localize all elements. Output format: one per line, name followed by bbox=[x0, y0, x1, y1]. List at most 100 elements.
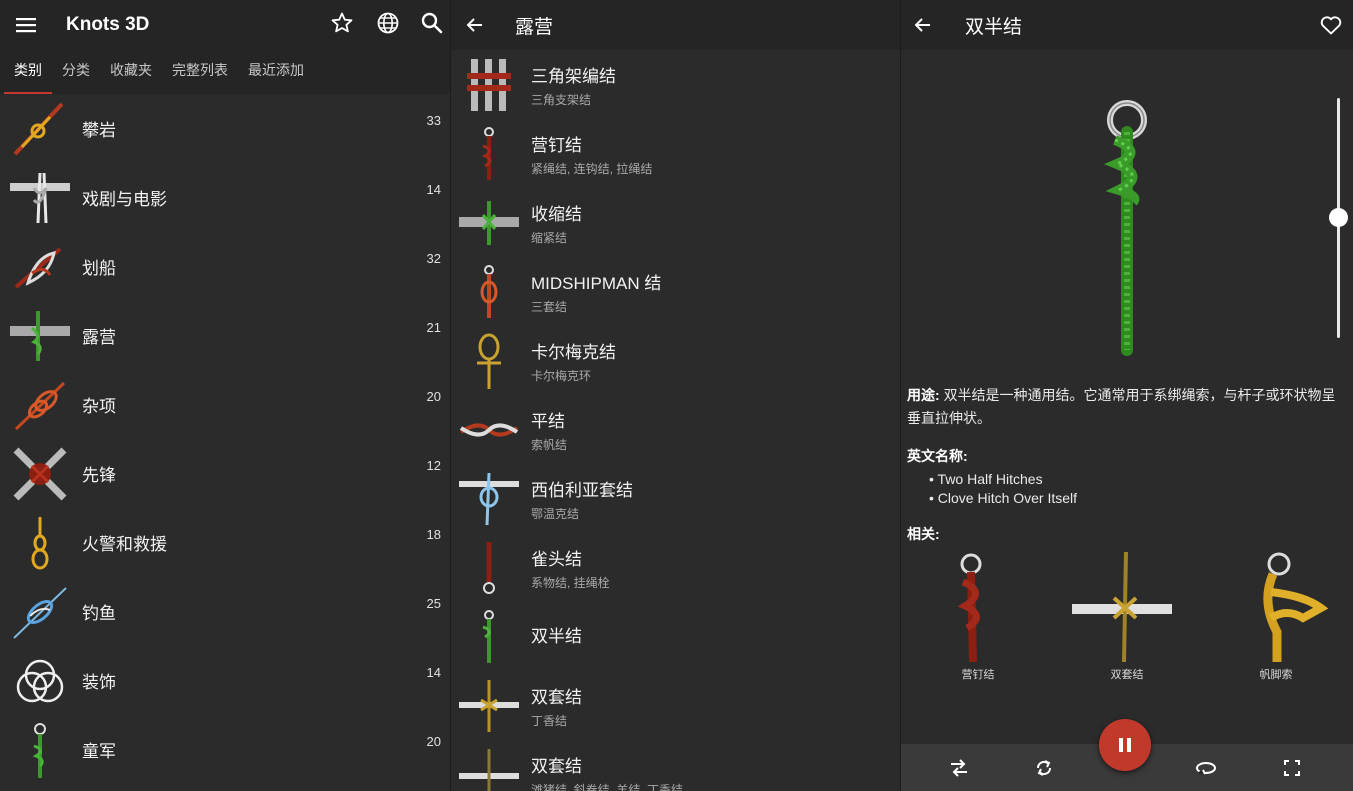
tab-categories[interactable]: 类别 bbox=[4, 60, 52, 94]
knot-aliases: 三角支架结 bbox=[531, 92, 592, 107]
knot-item[interactable]: 双套结 丁香结 bbox=[451, 671, 900, 740]
knot-item[interactable]: 平结 索帆结 bbox=[451, 395, 900, 464]
knot-name: 双套结 bbox=[531, 687, 582, 707]
knot-item[interactable]: 双套结滩猪结, 斜卷结, 羊结, 丁香结 bbox=[451, 740, 900, 791]
category-item-climbing[interactable]: 攀岩 33 bbox=[0, 94, 450, 163]
category-count: 14 bbox=[426, 665, 441, 680]
category-label: 火警和救援 bbox=[82, 535, 167, 554]
category-item-theatre-film[interactable]: 戏剧与电影 14 bbox=[0, 163, 450, 232]
usage-label: 用途: bbox=[907, 387, 940, 403]
knot-title: 双半结 bbox=[965, 16, 1023, 38]
knot-item[interactable]: 收缩结 缩紧结 bbox=[451, 188, 900, 257]
knot-aliases: 卡尔梅克环 bbox=[531, 368, 592, 383]
reef-knot-thumbnail bbox=[459, 423, 519, 436]
repeat-icon[interactable] bbox=[1026, 750, 1062, 786]
knot-3d-viewer[interactable] bbox=[901, 50, 1353, 370]
knot-name: 收缩结 bbox=[531, 204, 582, 224]
app-title: Knots 3D bbox=[66, 14, 150, 35]
tab-recently-added[interactable]: 最近添加 bbox=[238, 60, 314, 94]
knot-item[interactable]: 卡尔梅克结 卡尔梅克环 bbox=[451, 326, 900, 395]
swap-icon[interactable] bbox=[941, 750, 977, 786]
category-count: 14 bbox=[426, 182, 441, 197]
english-name-item: • Two Half Hitches bbox=[929, 471, 1043, 487]
related-knot-item[interactable]: 帆脚索 bbox=[1221, 552, 1331, 682]
tab-favorites[interactable]: 收藏夹 bbox=[100, 60, 162, 94]
category-item-misc[interactable]: 杂项 20 bbox=[0, 370, 450, 439]
knot-aliases: 索帆结 bbox=[531, 437, 568, 452]
knot-aliases: 系物结, 挂绳栓 bbox=[531, 575, 610, 590]
knot-item[interactable]: 三角架编结 三角支架结 bbox=[451, 50, 900, 119]
category-label: 划船 bbox=[82, 259, 116, 278]
related-knot-label: 帆脚索 bbox=[1259, 669, 1293, 681]
category-count: 12 bbox=[426, 458, 441, 473]
globe-icon[interactable] bbox=[368, 3, 408, 43]
knot-list: 三角架编结 三角支架结 营钉结 紧绳结, 连钩结, 拉绳结 收缩结 缩紧结 MIDSH… bbox=[451, 50, 900, 791]
category-item-fishing[interactable]: 钓鱼 25 bbox=[0, 577, 450, 646]
list-app-bar: 露营 bbox=[451, 0, 900, 50]
category-label: 攀岩 bbox=[82, 121, 116, 140]
detail-app-bar: 双半结 bbox=[901, 0, 1353, 50]
two-half-hitches-thumbnail bbox=[482, 609, 494, 663]
clove-hitch-alt-thumbnail bbox=[459, 748, 519, 791]
heart-icon[interactable] bbox=[1311, 5, 1351, 45]
knot-item[interactable]: MIDSHIPMAN 结三套结 bbox=[451, 257, 900, 326]
category-item-boating[interactable]: 划船 32 bbox=[0, 232, 450, 301]
related-heading: 相关: bbox=[907, 526, 940, 542]
knot-item[interactable]: 西伯利亚套结 鄂温克结 bbox=[451, 464, 900, 533]
knot-aliases: 紧绳结, 连钩结, 拉绳结 bbox=[531, 161, 653, 176]
tab-bar: 类别 分类 收藏夹 完整列表 最近添加 bbox=[0, 50, 450, 94]
climbing-knot-thumbnail bbox=[13, 102, 64, 155]
category-item-fire-rescue[interactable]: 火警和救援 18 bbox=[0, 508, 450, 577]
category-label: 露营 bbox=[82, 328, 116, 347]
related-knot-thumbnail bbox=[1263, 552, 1329, 662]
tab-full-list[interactable]: 完整列表 bbox=[162, 60, 238, 94]
related-knot-item[interactable]: 营钉结 bbox=[923, 552, 1033, 682]
categories-pane: Knots 3D 类别 分类 收藏夹 完整列表 最近添加 攀岩 33 戏剧与电影… bbox=[0, 0, 450, 791]
back-arrow-icon[interactable] bbox=[903, 5, 943, 45]
category-label: 装饰 bbox=[82, 673, 116, 692]
zoom-slider-thumb[interactable] bbox=[1329, 208, 1348, 227]
knot-name: 西伯利亚套结 bbox=[531, 480, 633, 500]
knot-aliases: 三套结 bbox=[531, 299, 568, 314]
related-knot-thumbnail bbox=[957, 553, 982, 662]
related-knot-item[interactable]: 双套结 bbox=[1072, 552, 1182, 682]
knot-name: 平结 bbox=[531, 411, 565, 431]
back-arrow-icon[interactable] bbox=[455, 5, 495, 45]
theatre-knot-thumbnail bbox=[10, 172, 70, 223]
usage-description: 用途: 双半结是一种通用结。它通常用于系绑绳索，与杆子或环状物呈垂直拉伸状。 bbox=[901, 384, 1353, 430]
related-knot-label: 营钉结 bbox=[961, 669, 995, 681]
knot-detail-pane: 双半结 用途: 双半结是一种通用结。它通常用于系绑绳索，与杆子或环状物呈垂直拉伸… bbox=[900, 0, 1353, 791]
knot-name: 双套结 bbox=[531, 756, 582, 776]
category-item-pioneering[interactable]: 先锋 12 bbox=[0, 439, 450, 508]
category-label: 钓鱼 bbox=[82, 604, 116, 623]
star-icon[interactable] bbox=[322, 3, 362, 43]
kalmyk-loop-thumbnail bbox=[477, 333, 501, 389]
category-label: 童军 bbox=[82, 742, 116, 761]
category-item-scouting[interactable]: 童军 20 bbox=[0, 715, 450, 784]
related-knots: 营钉结 双套结 帆脚索 bbox=[901, 552, 1353, 682]
category-item-decorative[interactable]: 装饰 14 bbox=[0, 646, 450, 715]
decorative-knot-thumbnail bbox=[16, 659, 64, 702]
knot-item[interactable]: 雀头结系物结, 挂绳栓 bbox=[451, 533, 900, 602]
scouting-knot-thumbnail bbox=[32, 722, 46, 778]
rotate-icon[interactable] bbox=[1188, 750, 1224, 786]
knot-item[interactable]: 营钉结 紧绳结, 连钩结, 拉绳结 bbox=[451, 119, 900, 188]
fullscreen-icon[interactable] bbox=[1274, 750, 1310, 786]
category-count: 20 bbox=[426, 734, 441, 749]
knot-list-pane: 露营 三角架编结 三角支架结 营钉结 紧绳结, 连钩结, 拉绳结 收缩结 缩紧结 MI… bbox=[450, 0, 900, 791]
boating-knot-thumbnail bbox=[14, 246, 62, 289]
category-label: 先锋 bbox=[82, 466, 116, 485]
menu-icon[interactable] bbox=[6, 5, 46, 45]
english-name-item: • Clove Hitch Over Itself bbox=[929, 490, 1078, 506]
fishing-knot-thumbnail bbox=[13, 586, 67, 639]
pause-button[interactable] bbox=[1099, 719, 1151, 771]
search-icon[interactable] bbox=[412, 3, 450, 43]
category-item-camping[interactable]: 露营 21 bbox=[0, 301, 450, 370]
search-icon[interactable] bbox=[901, 5, 902, 45]
knot-name: 雀头结 bbox=[531, 549, 582, 569]
knot-item[interactable]: 双半结 bbox=[451, 602, 900, 671]
related-knot-label: 双套结 bbox=[1110, 669, 1144, 681]
siberian-hitch-thumbnail bbox=[459, 472, 519, 525]
knot-aliases: 滩猪结, 斜卷结, 羊结, 丁香结 bbox=[531, 782, 684, 791]
tab-classification[interactable]: 分类 bbox=[52, 60, 100, 94]
